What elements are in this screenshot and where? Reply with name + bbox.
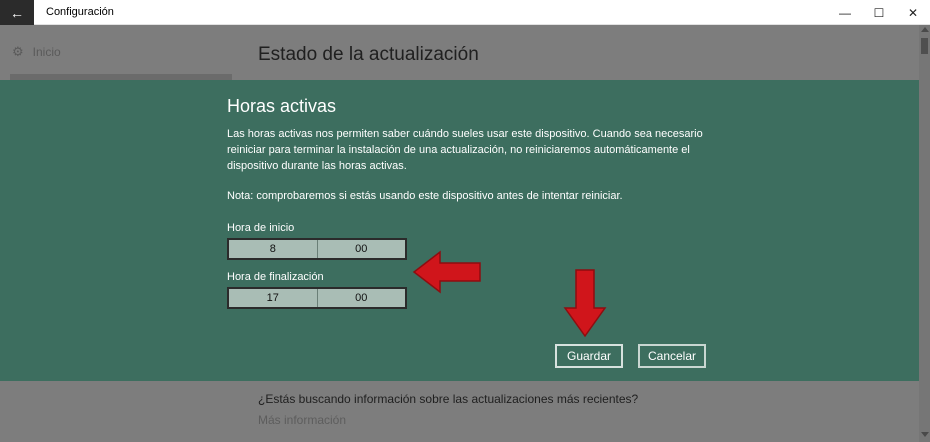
left-arrow-icon: [412, 250, 481, 294]
scroll-thumb[interactable]: [921, 38, 928, 54]
start-hour[interactable]: 8: [229, 240, 317, 258]
close-button[interactable]: ✕: [896, 0, 930, 25]
end-minute[interactable]: 00: [316, 289, 406, 307]
sidebar-item-label: Inicio: [32, 45, 61, 59]
cancel-button[interactable]: Cancelar: [638, 344, 706, 368]
scrollbar[interactable]: [919, 25, 930, 442]
end-time-label: Hora de finalización: [227, 271, 324, 283]
back-button[interactable]: ←: [0, 0, 34, 25]
sidebar-item-home[interactable]: ⚙ Inicio: [12, 44, 61, 60]
maximize-button[interactable]: ☐: [862, 0, 896, 25]
end-hour[interactable]: 17: [229, 289, 317, 307]
back-arrow-icon: ←: [10, 4, 24, 21]
dialog-description: Las horas activas nos permiten saber cuá…: [227, 128, 703, 172]
more-info-link[interactable]: Más información: [258, 413, 346, 427]
start-time-label: Hora de inicio: [227, 222, 295, 234]
down-arrow-icon: [563, 269, 607, 338]
window-title: Configuración: [46, 6, 114, 18]
dialog-note: Nota: comprobaremos si estás usando este…: [227, 190, 623, 202]
minimize-icon: —: [839, 5, 851, 20]
active-hours-dialog: Horas activas Las horas activas nos perm…: [0, 80, 919, 381]
scroll-up-icon[interactable]: [921, 27, 929, 32]
page-title: Estado de la actualización: [258, 44, 479, 65]
title-bar: ← Configuración — ☐ ✕: [0, 0, 930, 25]
maximize-icon: ☐: [873, 5, 885, 20]
dialog-title: Horas activas: [227, 96, 337, 116]
scroll-down-icon[interactable]: [921, 432, 929, 437]
info-question: ¿Estás buscando información sobre las ac…: [258, 392, 639, 406]
minimize-button[interactable]: —: [828, 0, 862, 25]
close-icon: ✕: [907, 5, 919, 20]
gear-icon: ⚙: [12, 44, 24, 59]
start-time-picker[interactable]: 8 00: [227, 238, 407, 260]
start-minute[interactable]: 00: [316, 240, 406, 258]
save-button[interactable]: Guardar: [555, 344, 623, 368]
end-time-picker[interactable]: 17 00: [227, 287, 407, 309]
